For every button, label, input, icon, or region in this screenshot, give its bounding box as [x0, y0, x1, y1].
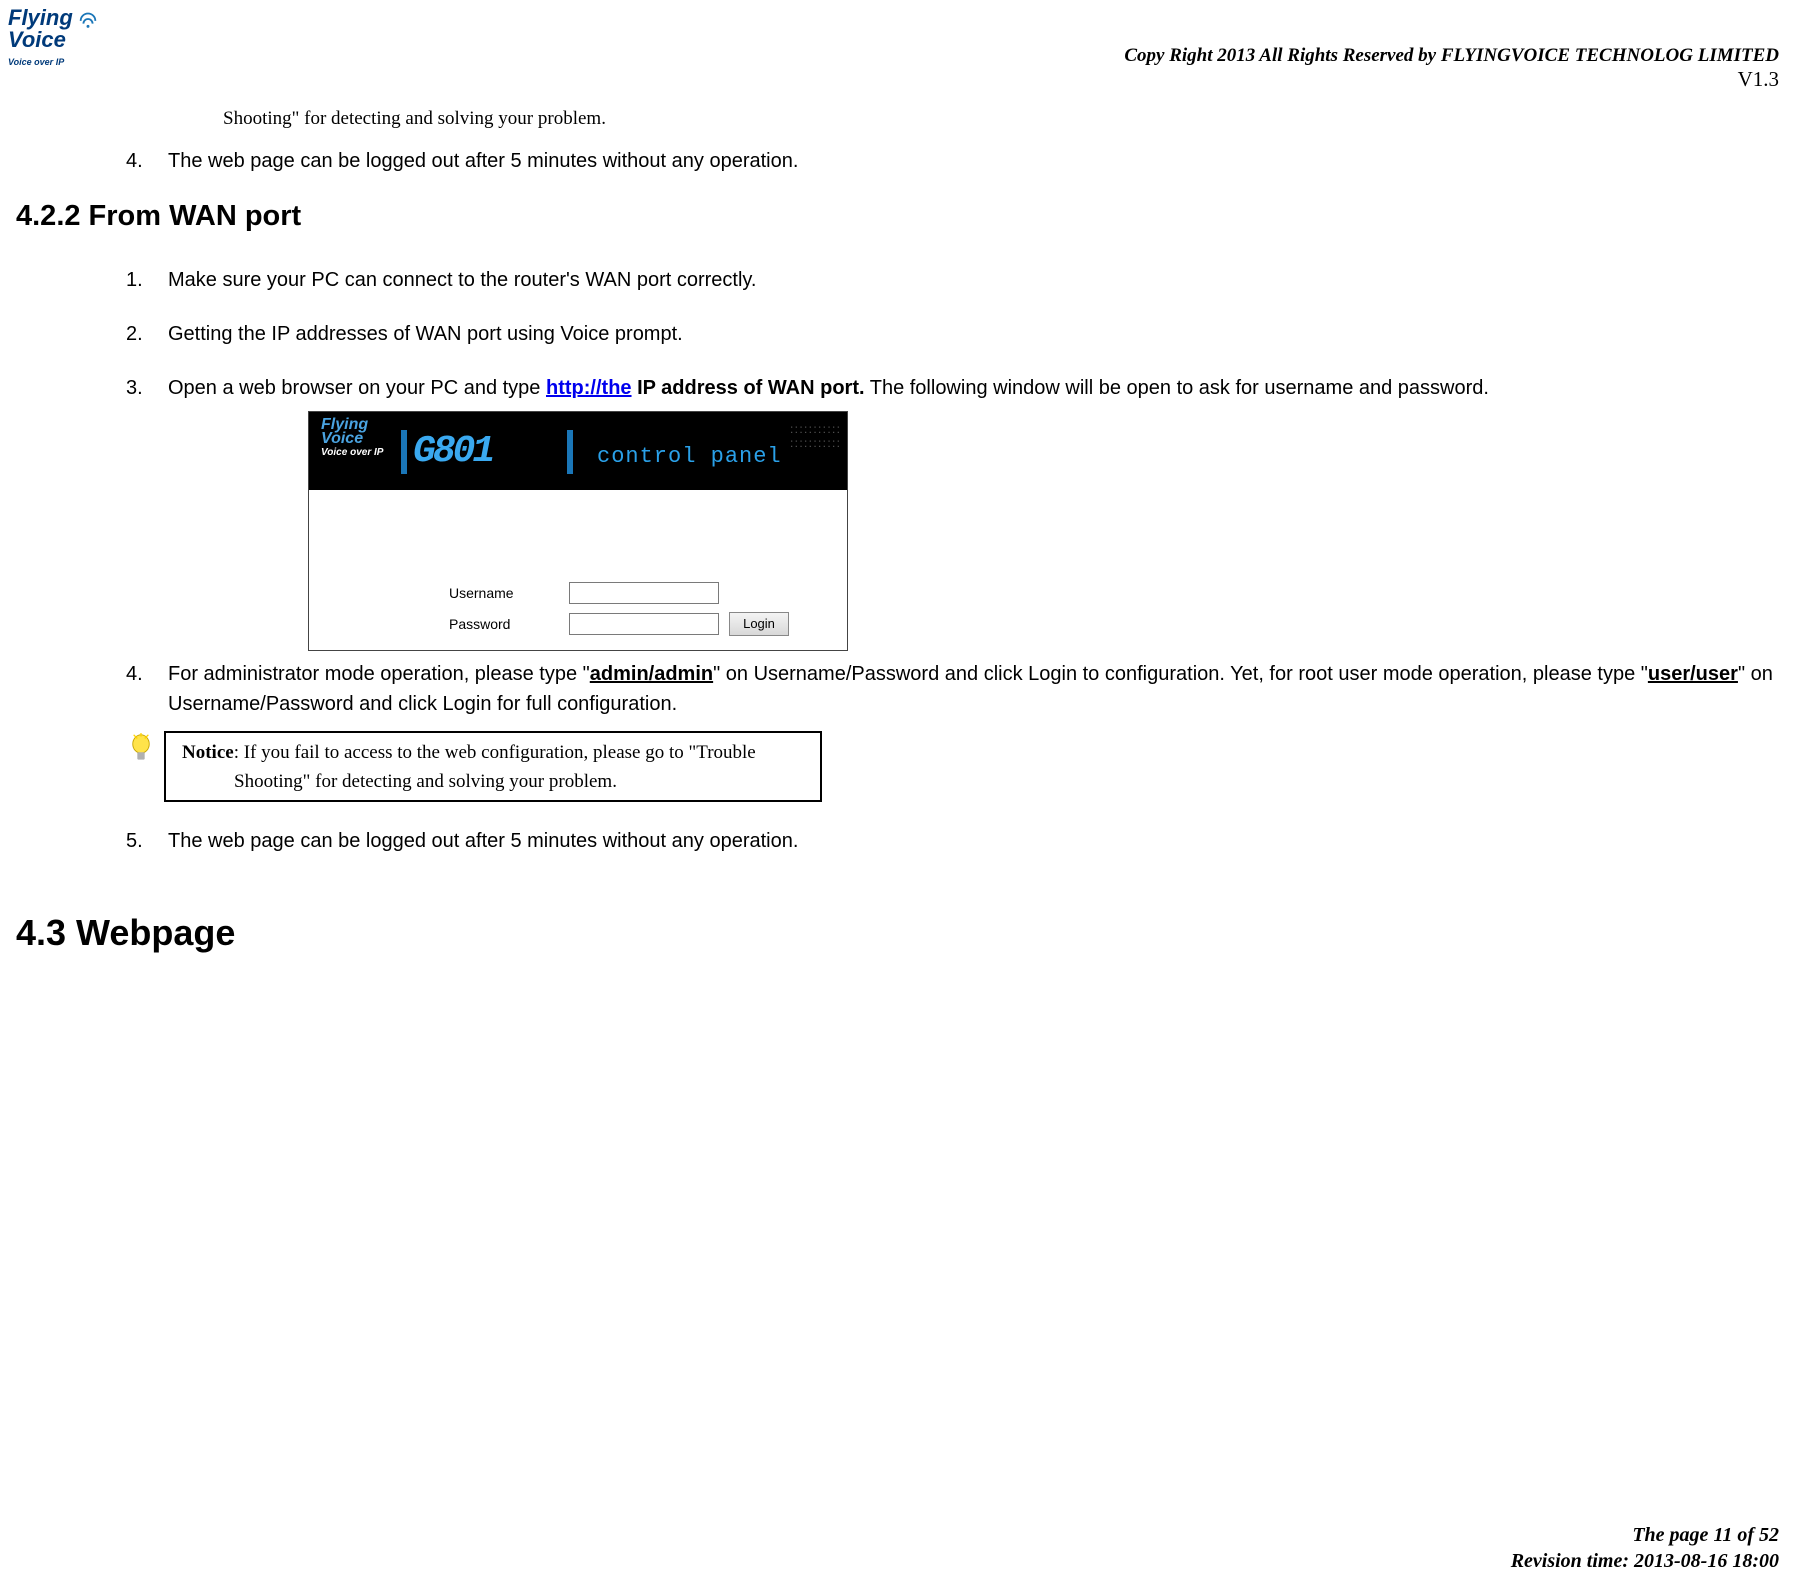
- list-number: 4.: [126, 146, 168, 176]
- wan-list-3: 5. The web page can be logged out after …: [126, 826, 1791, 856]
- text-pre: Open a web browser on your PC and type: [168, 377, 546, 399]
- password-input[interactable]: [569, 613, 719, 635]
- control-panel-screenshot: FlyingVoiceVoice over IP G801 control pa…: [308, 411, 848, 651]
- text-mid: " on Username/Password and click Login t…: [713, 663, 1648, 685]
- login-button[interactable]: Login: [729, 612, 789, 636]
- page-number: The page 11 of 52: [1511, 1522, 1779, 1548]
- lightbulb-icon: [130, 733, 152, 767]
- list-number: 4.: [126, 659, 168, 719]
- fragment-text: Shooting" for detecting and solving your…: [223, 108, 1791, 130]
- wifi-icon: [77, 8, 99, 30]
- notice-line2: Shooting" for detecting and solving your…: [182, 768, 804, 797]
- login-form: Username Password Login: [449, 582, 789, 644]
- username-row: Username: [449, 582, 789, 604]
- url-link[interactable]: http://the: [546, 377, 632, 399]
- list-item: 2. Getting the IP addresses of WAN port …: [126, 319, 1791, 349]
- section-heading-43: 4.3 Webpage: [16, 912, 1791, 954]
- company-logo: Flying Voice Voice over IP: [8, 8, 108, 68]
- wan-list-2: 4. For administrator mode operation, ple…: [126, 659, 1791, 719]
- list-number: 3.: [126, 373, 168, 403]
- list-text: Getting the IP addresses of WAN port usi…: [168, 319, 1791, 349]
- text-bold: IP address of WAN port.: [632, 377, 865, 399]
- wan-list: 1. Make sure your PC can connect to the …: [126, 265, 1791, 403]
- page-content: Shooting" for detecting and solving your…: [8, 108, 1791, 986]
- section-heading-422: 4.2.2 From WAN port: [16, 200, 1791, 233]
- version-text: V1.3: [1124, 67, 1779, 92]
- list-item: 1. Make sure your PC can connect to the …: [126, 265, 1791, 295]
- revision-time: Revision time: 2013-08-16 18:00: [1511, 1548, 1779, 1574]
- list-item: 4. The web page can be logged out after …: [126, 146, 1791, 176]
- copyright-text: Copy Right 2013 All Rights Reserved by F…: [1124, 45, 1779, 67]
- logo-subtitle: Voice over IP: [8, 57, 64, 67]
- username-input[interactable]: [569, 582, 719, 604]
- credentials-user: user/user: [1648, 663, 1738, 685]
- password-row: Password Login: [449, 612, 789, 636]
- panel-model: G801: [401, 430, 573, 474]
- list-number: 2.: [126, 319, 168, 349]
- list-item: 4. For administrator mode operation, ple…: [126, 659, 1791, 719]
- username-label: Username: [449, 585, 569, 601]
- panel-title: control panel: [597, 444, 782, 469]
- list-item: 3. Open a web browser on your PC and typ…: [126, 373, 1791, 403]
- list-text: Make sure your PC can connect to the rou…: [168, 265, 1791, 295]
- list-number: 5.: [126, 826, 168, 856]
- page-header-right: Copy Right 2013 All Rights Reserved by F…: [1124, 45, 1779, 92]
- list-text: The web page can be logged out after 5 m…: [168, 146, 1791, 176]
- list-number: 1.: [126, 265, 168, 295]
- list-text: Open a web browser on your PC and type h…: [168, 373, 1791, 403]
- top-list: 4. The web page can be logged out after …: [126, 146, 1791, 176]
- panel-dots-icon: : : : : : : : : : : :: : : : : : : : : :…: [790, 422, 839, 450]
- list-text: For administrator mode operation, please…: [168, 659, 1791, 719]
- logo-text-2: Voice: [8, 27, 66, 52]
- text-pre: For administrator mode operation, please…: [168, 663, 590, 685]
- panel-header: FlyingVoiceVoice over IP G801 control pa…: [309, 412, 847, 490]
- notice-label: Notice: [182, 742, 234, 763]
- notice-line1: : If you fail to access to the web confi…: [234, 742, 756, 763]
- password-label: Password: [449, 616, 569, 632]
- notice-block: Notice: If you fail to access to the web…: [130, 731, 1791, 802]
- panel-logo: FlyingVoiceVoice over IP: [321, 418, 383, 458]
- page-footer: The page 11 of 52 Revision time: 2013-08…: [1511, 1522, 1779, 1574]
- text-post: The following window will be open to ask…: [865, 377, 1489, 399]
- list-item: 5. The web page can be logged out after …: [126, 826, 1791, 856]
- notice-box: Notice: If you fail to access to the web…: [164, 731, 822, 802]
- credentials-admin: admin/admin: [590, 663, 713, 685]
- list-text: The web page can be logged out after 5 m…: [168, 826, 1791, 856]
